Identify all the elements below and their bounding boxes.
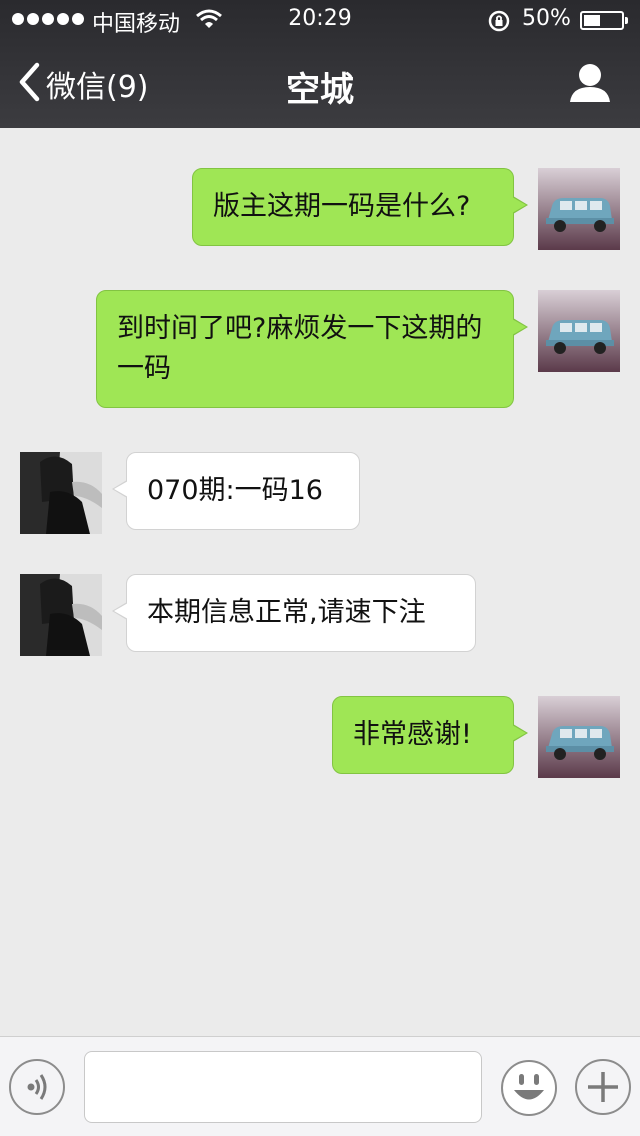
car-avatar[interactable] — [538, 696, 620, 778]
woman-avatar[interactable] — [20, 574, 102, 656]
message-bubble[interactable]: 版主这期一码是什么? — [192, 168, 528, 246]
message-text: 本期信息正常,请速下注 — [147, 597, 426, 628]
emoji-icon — [500, 1060, 558, 1121]
car-avatar[interactable] — [538, 168, 620, 250]
message-text: 070期:一码16 — [147, 475, 323, 506]
top-bar: 中国移动 20:29 50% 微信(9) 空城 — [0, 0, 640, 128]
more-button[interactable] — [575, 1059, 631, 1115]
message-bubble[interactable]: 到时间了吧?麻烦发一下这期的一码 — [96, 290, 528, 408]
message-bubble[interactable]: 非常感谢! — [332, 696, 528, 774]
battery-level — [584, 15, 600, 26]
plus-icon — [577, 1072, 629, 1117]
message-text: 非常感谢! — [353, 719, 472, 750]
input-bar — [0, 1036, 640, 1136]
person-icon — [568, 64, 612, 108]
emoji-button[interactable] — [500, 1059, 557, 1116]
voice-icon — [11, 1074, 63, 1117]
car-avatar[interactable] — [538, 290, 620, 372]
battery-icon — [580, 11, 628, 30]
message-text: 版主这期一码是什么? — [213, 191, 471, 222]
message-input[interactable] — [84, 1051, 482, 1123]
page-title: 空城 — [286, 70, 354, 110]
battery-percent: 50% — [522, 6, 571, 31]
message-text: 到时间了吧?麻烦发一下这期的一码 — [117, 313, 483, 384]
chat-area[interactable]: 版主这期一码是什么? 到时间了吧?麻烦发一下这期的一码 070期:一码16 本期… — [0, 128, 640, 1036]
message-bubble[interactable]: 070期:一码16 — [112, 452, 360, 530]
nav-bar: 微信(9) 空城 — [0, 40, 640, 128]
woman-avatar[interactable] — [20, 452, 102, 534]
message-bubble[interactable]: 本期信息正常,请速下注 — [112, 574, 476, 652]
voice-button[interactable] — [9, 1059, 65, 1115]
rotation-lock-icon — [487, 9, 511, 39]
status-bar: 中国移动 20:29 50% — [0, 0, 640, 40]
profile-button[interactable] — [568, 62, 612, 108]
